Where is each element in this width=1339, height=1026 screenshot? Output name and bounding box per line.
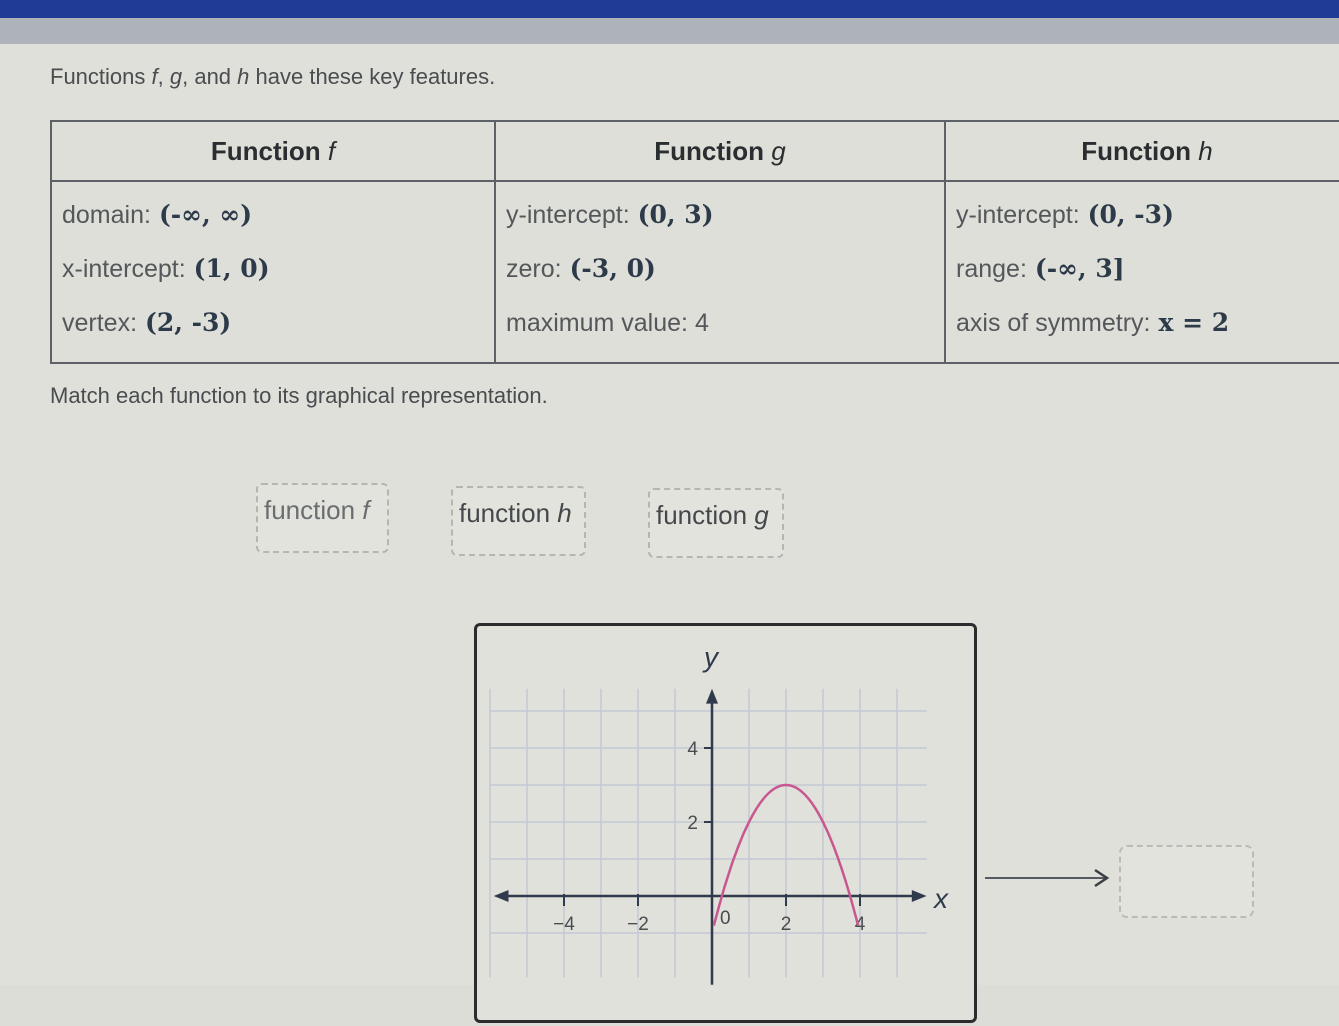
- header-var: f: [327, 135, 336, 166]
- header-function-f: Function f: [50, 120, 496, 182]
- features-function-f: domain: (-∞, ∞) x-intercept: (1, 0) vertex…: [50, 180, 496, 364]
- feature-value: (0, 3): [637, 200, 714, 229]
- feature-value: (2, -3): [145, 308, 232, 337]
- feature-value: (0, -3): [1087, 200, 1174, 229]
- feature-label: y-intercept:: [506, 201, 630, 229]
- header-label: Function: [210, 135, 328, 166]
- y-tick-label: 2: [687, 813, 698, 834]
- match-prompt: Match each function to its graphical rep…: [50, 383, 548, 408]
- x-axis-left-arrow: [493, 890, 509, 902]
- feature-x-intercept: x-intercept: (1, 0): [62, 242, 484, 296]
- feature-label: maximum value: 4: [506, 309, 709, 337]
- y-axis-arrow: [706, 688, 718, 704]
- drag-tile-function-f[interactable]: function f: [256, 483, 389, 553]
- feature-vertex: vertex: (2, -3): [62, 296, 484, 350]
- x-tick-label: −2: [627, 914, 649, 935]
- feature-y-intercept: y-intercept: (0, 3): [506, 188, 934, 242]
- feature-label: zero:: [506, 255, 562, 283]
- y-axis-label: y: [702, 642, 720, 673]
- header-function-h: Function h: [944, 120, 1339, 182]
- features-function-g: y-intercept: (0, 3) zero: (-3, 0) maximum …: [494, 180, 946, 364]
- feature-value: x = 2: [1158, 308, 1230, 337]
- graph-card: x y −4 −2 2 4 2 4 0: [474, 623, 977, 1023]
- feature-value: (1, 0): [193, 254, 270, 283]
- feature-range: range: (-∞, 3]: [956, 242, 1338, 296]
- answer-drop-zone[interactable]: [1119, 845, 1254, 918]
- intro-text: Functions: [50, 64, 152, 89]
- parabola-graph: xy−4 −2 2 4240: [489, 642, 949, 985]
- x-tick-label: 2: [781, 914, 792, 935]
- feature-y-intercept: y-intercept: (0, -3): [956, 188, 1338, 242]
- feature-maximum: maximum value: 4: [506, 296, 934, 350]
- tile-var: f: [362, 495, 370, 525]
- tile-label: function: [459, 498, 558, 528]
- feature-domain: domain: (-∞, ∞): [62, 188, 484, 242]
- feature-label: domain:: [62, 201, 151, 229]
- drag-tile-function-h[interactable]: function h: [451, 486, 586, 556]
- feature-zero: zero: (-3, 0): [506, 242, 934, 296]
- y-tick-label: 4: [687, 739, 698, 760]
- arrow-right-icon: [985, 868, 1110, 888]
- feature-value: (-3, 0): [569, 254, 656, 283]
- feature-label: x-intercept:: [62, 255, 186, 283]
- feature-label: range:: [956, 255, 1027, 283]
- var-g: g: [169, 64, 183, 89]
- feature-label: axis of symmetry:: [956, 309, 1151, 337]
- feature-label: y-intercept:: [956, 201, 1080, 229]
- tile-var: h: [557, 498, 572, 528]
- intro-sep: , and: [182, 64, 238, 89]
- header-var: h: [1198, 135, 1213, 166]
- question-intro: Functions f, g, and h have these key fea…: [50, 64, 495, 90]
- key-features-table: Function f Function g Function h domain:…: [50, 120, 1339, 364]
- x-axis-right-arrow: [911, 890, 927, 902]
- tile-label: function: [656, 500, 755, 530]
- intro-text: have these key features.: [249, 64, 496, 89]
- header-function-g: Function g: [494, 120, 946, 182]
- feature-axis-of-symmetry: axis of symmetry: x = 2: [956, 296, 1338, 350]
- feature-value: (-∞, ∞): [158, 200, 253, 229]
- var-h: h: [237, 64, 250, 89]
- toolbar-strip: [0, 18, 1339, 44]
- browser-header-bar: [0, 0, 1339, 18]
- header-label: Function: [654, 135, 772, 166]
- feature-label: vertex:: [62, 309, 138, 337]
- intro-sep: ,: [157, 64, 170, 89]
- tile-var: g: [754, 500, 769, 530]
- x-tick-label: −4: [553, 914, 575, 935]
- header-label: Function: [1081, 135, 1199, 166]
- drag-tile-function-g[interactable]: function g: [648, 488, 784, 558]
- tile-label: function: [264, 495, 363, 525]
- features-function-h: y-intercept: (0, -3) range: (-∞, 3] axis o…: [944, 180, 1339, 364]
- feature-value: (-∞, 3]: [1034, 254, 1125, 283]
- origin-label: 0: [720, 908, 731, 929]
- header-var: g: [771, 135, 786, 166]
- x-axis-label: x: [932, 883, 949, 914]
